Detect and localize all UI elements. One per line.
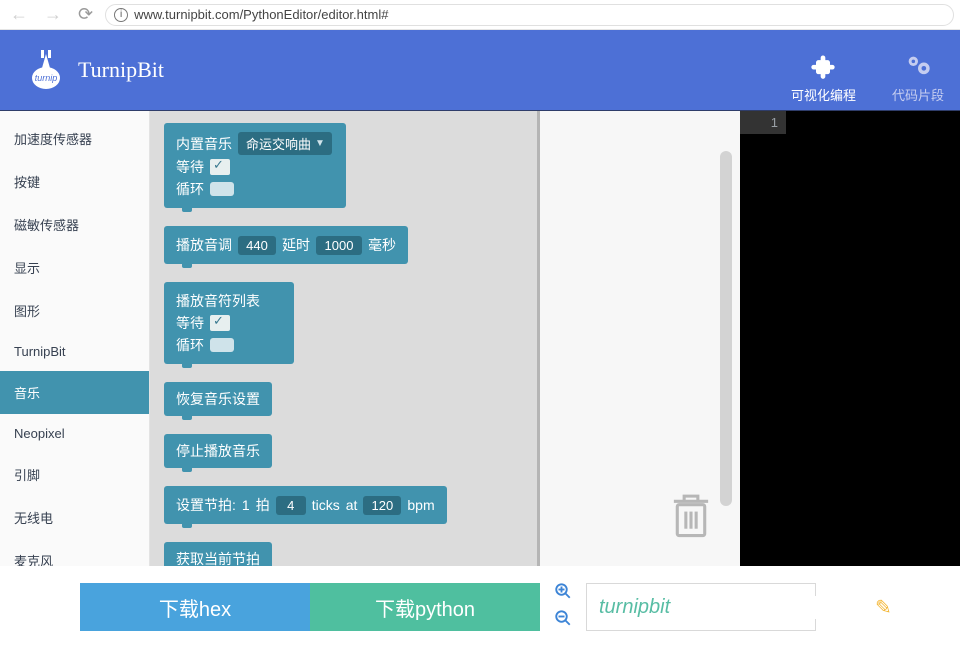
sidebar-item-4[interactable]: 图形 xyxy=(0,289,149,332)
scrollbar[interactable] xyxy=(720,151,732,506)
workspace-canvas[interactable] xyxy=(540,111,740,566)
label: 获取当前节拍 xyxy=(176,551,260,566)
forward-button[interactable]: → xyxy=(40,4,66,25)
sidebar-item-5[interactable]: TurnipBit xyxy=(0,332,149,371)
project-name-input[interactable] xyxy=(599,596,867,619)
duration-input[interactable] xyxy=(316,236,362,255)
ticks-input[interactable] xyxy=(276,496,306,515)
sidebar-item-3[interactable]: 显示 xyxy=(0,246,149,289)
label: 循环 xyxy=(176,335,204,355)
label: bpm xyxy=(407,497,434,513)
gears-icon xyxy=(904,52,932,85)
block-palette: 内置音乐 命运交响曲▼ 等待 循环 播放音调 延时 毫秒 xyxy=(150,111,540,566)
puzzle-icon xyxy=(809,52,837,85)
label: 播放音调 xyxy=(176,235,232,255)
line-gutter: 1 xyxy=(740,111,786,134)
download-hex-button[interactable]: 下载hex xyxy=(80,583,310,631)
freq-input[interactable] xyxy=(238,236,276,255)
footer-bar: 下载hex 下载python ✎ xyxy=(0,566,960,648)
info-icon: i xyxy=(114,8,128,22)
block-play-note-list[interactable]: 播放音符列表 等待 循环 xyxy=(164,282,294,364)
browser-bar: ← → ⟳ i www.turnipbit.com/PythonEditor/e… xyxy=(0,0,960,30)
label: 设置节拍: xyxy=(176,495,236,515)
sidebar-item-9[interactable]: 无线电 xyxy=(0,496,149,539)
label: 恢复音乐设置 xyxy=(176,391,260,407)
sidebar-item-10[interactable]: 麦克风 xyxy=(0,539,149,566)
block-get-tempo[interactable]: 获取当前节拍 xyxy=(164,542,272,566)
label: 延时 xyxy=(282,235,310,255)
download-python-button[interactable]: 下载python xyxy=(310,583,540,631)
chevron-down-icon: ▼ xyxy=(315,138,325,149)
project-name-box[interactable]: ✎ xyxy=(586,583,816,631)
sidebar-item-6[interactable]: 音乐 xyxy=(0,371,149,414)
line-number: 1 xyxy=(748,115,778,130)
url-bar[interactable]: i www.turnipbit.com/PythonEditor/editor.… xyxy=(105,4,954,26)
block-play-tone[interactable]: 播放音调 延时 毫秒 xyxy=(164,226,408,264)
loop-toggle[interactable] xyxy=(210,338,234,352)
reload-button[interactable]: ⟳ xyxy=(74,4,97,25)
loop-toggle[interactable] xyxy=(210,182,234,196)
wait-checkbox[interactable] xyxy=(210,159,230,175)
label: 毫秒 xyxy=(368,235,396,255)
zoom-controls xyxy=(540,582,586,632)
svg-text:turnip: turnip xyxy=(35,73,58,83)
pencil-icon[interactable]: ✎ xyxy=(875,595,892,620)
nav-visual-programming[interactable]: 可视化编程 xyxy=(783,46,864,110)
block-stop-music[interactable]: 停止播放音乐 xyxy=(164,434,272,468)
block-set-tempo[interactable]: 设置节拍: 1 拍 ticks at bpm xyxy=(164,486,447,524)
brand-name: TurnipBit xyxy=(78,57,164,83)
label: 播放音符列表 xyxy=(176,291,260,311)
back-button[interactable]: ← xyxy=(6,4,32,25)
main-area: 加速度传感器按键磁敏传感器显示图形TurnipBit音乐Neopixel引脚无线… xyxy=(0,110,960,566)
app-header: turnip TurnipBit 可视化编程 代码片段 xyxy=(0,30,960,110)
label: 拍 xyxy=(256,495,270,515)
music-dropdown[interactable]: 命运交响曲▼ xyxy=(238,132,332,155)
label: 停止播放音乐 xyxy=(176,443,260,459)
nav-label: 代码片段 xyxy=(892,85,944,104)
block-builtin-music[interactable]: 内置音乐 命运交响曲▼ 等待 循环 xyxy=(164,123,346,208)
bpm-input[interactable] xyxy=(363,496,401,515)
sidebar-item-0[interactable]: 加速度传感器 xyxy=(0,117,149,160)
category-sidebar: 加速度传感器按键磁敏传感器显示图形TurnipBit音乐Neopixel引脚无线… xyxy=(0,111,150,566)
nav-code-snippets[interactable]: 代码片段 xyxy=(884,46,952,110)
label: ticks xyxy=(312,497,340,513)
sidebar-item-7[interactable]: Neopixel xyxy=(0,414,149,453)
label: 内置音乐 xyxy=(176,134,232,154)
logo[interactable]: turnip TurnipBit xyxy=(24,48,164,92)
zoom-in-icon[interactable] xyxy=(554,582,572,605)
label: 等待 xyxy=(176,313,204,333)
label: at xyxy=(346,497,358,513)
sidebar-item-2[interactable]: 磁敏传感器 xyxy=(0,203,149,246)
url-text: www.turnipbit.com/PythonEditor/editor.ht… xyxy=(134,7,388,22)
nav-label: 可视化编程 xyxy=(791,85,856,104)
zoom-out-icon[interactable] xyxy=(554,609,572,632)
label: 1 xyxy=(242,497,250,513)
label: 等待 xyxy=(176,157,204,177)
sidebar-item-8[interactable]: 引脚 xyxy=(0,453,149,496)
header-nav: 可视化编程 代码片段 xyxy=(783,46,960,110)
code-editor[interactable]: 1 xyxy=(740,111,960,566)
label: 循环 xyxy=(176,179,204,199)
turnip-icon: turnip xyxy=(24,48,68,92)
block-reset-music[interactable]: 恢复音乐设置 xyxy=(164,382,272,416)
trash-icon[interactable] xyxy=(670,491,712,544)
wait-checkbox[interactable] xyxy=(210,315,230,331)
sidebar-item-1[interactable]: 按键 xyxy=(0,160,149,203)
